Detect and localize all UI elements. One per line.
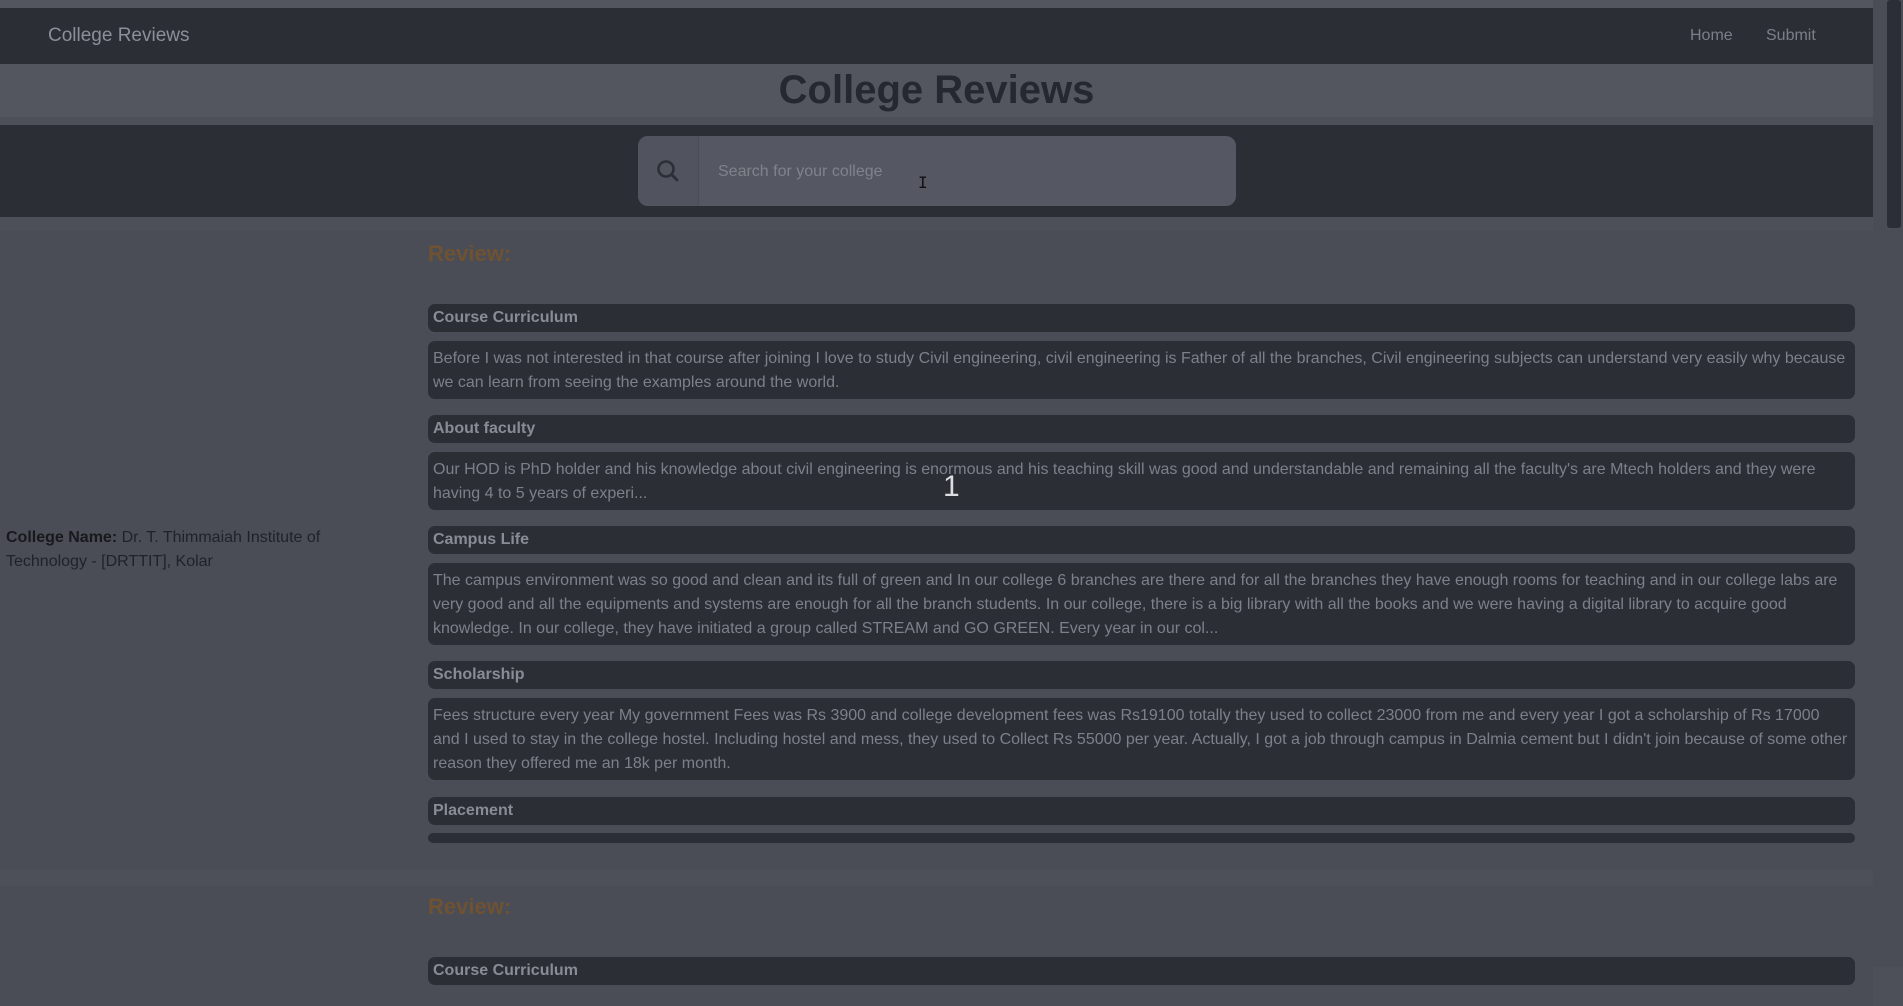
title-band: College Reviews (0, 64, 1873, 117)
scrollbar-thumb[interactable] (1887, 0, 1901, 228)
section-body-campus-life: The campus environment was so good and c… (428, 563, 1855, 645)
section-title-course-curriculum: Course Curriculum (428, 304, 1855, 332)
section-title-about-faculty: About faculty (428, 415, 1855, 443)
review-card: Review: Course Curriculum (0, 886, 1873, 1006)
section-title-scholarship: Scholarship (428, 661, 1855, 689)
section-title-course-curriculum: Course Curriculum (428, 957, 1855, 985)
search-input[interactable] (698, 136, 1236, 206)
section-title-campus-life: Campus Life (428, 526, 1855, 554)
search-icon[interactable] (638, 136, 699, 206)
college-name-label: College Name: (6, 529, 118, 546)
search-box[interactable] (638, 136, 1236, 206)
section-body-scholarship: Fees structure every year My government … (428, 698, 1855, 780)
text-cursor: I (918, 173, 928, 192)
page-title: College Reviews (778, 68, 1095, 112)
college-info: College Name: Dr. T. Thimmaiah Institute… (6, 526, 366, 574)
review-card: College Name: Dr. T. Thimmaiah Institute… (0, 231, 1873, 869)
review-heading: Review: (428, 241, 512, 266)
nav-link-submit[interactable]: Submit (1766, 27, 1816, 45)
section-title-placement: Placement (428, 797, 1855, 825)
review-heading: Review: (428, 894, 512, 919)
navbar: College Reviews Home Submit (0, 8, 1873, 64)
section-body-course-curriculum: Before I was not interested in that cour… (428, 341, 1855, 399)
scrollbar[interactable] (1873, 0, 1903, 967)
nav-link-home[interactable]: Home (1690, 27, 1733, 45)
search-band (0, 125, 1873, 217)
brand-logo[interactable]: College Reviews (48, 25, 190, 47)
section-body-placement (428, 833, 1855, 843)
top-strip (0, 0, 1873, 8)
slide-number: 1 (943, 470, 960, 503)
section-body-about-faculty: Our HOD is PhD holder and his knowledge … (428, 452, 1855, 510)
